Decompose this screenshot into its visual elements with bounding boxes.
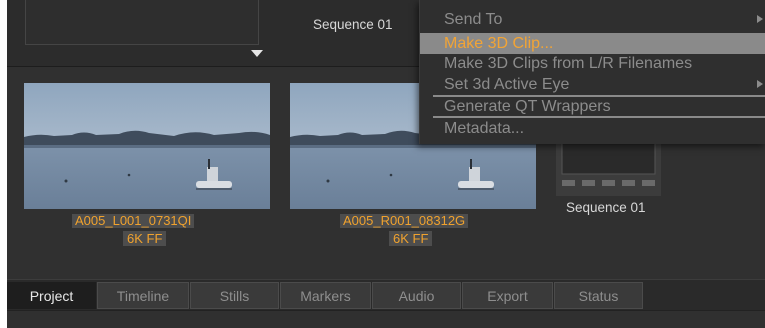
menu-item-metadata[interactable]: Metadata... xyxy=(420,118,765,139)
tab-stills[interactable]: Stills xyxy=(190,282,279,309)
menu-item-label: Generate QT Wrappers xyxy=(444,98,611,115)
menu-item-label: Metadata... xyxy=(444,120,525,137)
menu-item-make-3d-clips-lr[interactable]: Make 3D Clips from L/R Filenames xyxy=(420,53,765,74)
menu-item-label: Send To xyxy=(444,11,503,28)
menu-item-set-3d-active-eye[interactable]: Set 3d Active Eye xyxy=(420,74,765,95)
clip-thumbnail[interactable] xyxy=(24,83,270,209)
harbor-boat-image xyxy=(24,83,270,209)
clip-name-label: A005_L001_0731QI xyxy=(72,214,195,228)
tab-audio[interactable]: Audio xyxy=(372,282,461,309)
menu-item-label: Make 3D Clip... xyxy=(444,35,554,52)
submenu-arrow-icon xyxy=(757,15,763,23)
tab-timeline[interactable]: Timeline xyxy=(97,282,189,309)
tab-export[interactable]: Export xyxy=(462,282,553,309)
tab-status[interactable]: Status xyxy=(554,282,643,309)
tab-bar: Project Timeline Stills Markers Audio Ex… xyxy=(7,279,765,311)
status-bar xyxy=(7,310,765,328)
clip-name-label: A005_R001_08312G xyxy=(340,214,469,228)
sequence-viewer-box xyxy=(25,0,259,45)
menu-item-generate-qt-wrappers[interactable]: Generate QT Wrappers xyxy=(420,96,765,117)
tab-project[interactable]: Project xyxy=(7,282,96,309)
sequence-caption: Sequence 01 xyxy=(566,200,646,215)
menu-item-label: Make 3D Clips from L/R Filenames xyxy=(444,55,693,72)
clip-resolution-label: 6K FF xyxy=(389,231,433,246)
submenu-arrow-icon xyxy=(757,80,763,88)
menu-item-label: Set 3d Active Eye xyxy=(444,76,570,93)
sequence-label: Sequence 01 xyxy=(313,17,393,32)
menu-item-send-to[interactable]: Send To xyxy=(420,9,765,30)
tab-markers[interactable]: Markers xyxy=(280,282,371,309)
context-menu: Send To Make 3D Clip... Make 3D Clips fr… xyxy=(419,0,765,144)
clip-resolution-label: 6K FF xyxy=(123,231,167,246)
application-window: Sequence 01 A005_L001_0731QI 6K FF A005_… xyxy=(7,0,765,328)
collapse-arrow-icon[interactable] xyxy=(251,50,263,57)
menu-item-make-3d-clip[interactable]: Make 3D Clip... xyxy=(420,33,765,54)
